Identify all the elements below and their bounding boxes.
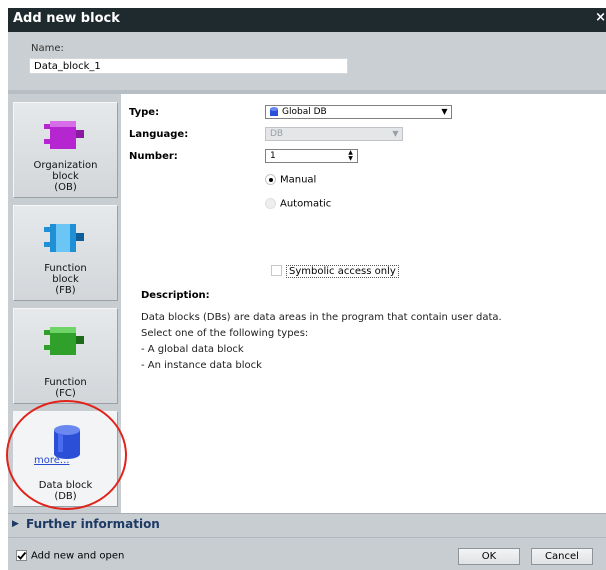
description-heading: Description:: [141, 290, 210, 301]
block-type-sidebar: Organization block (OB) Function block (…: [8, 94, 121, 513]
description-line: - An instance data block: [141, 360, 262, 371]
radio-circle: [265, 198, 276, 209]
name-input[interactable]: Data_block_1: [29, 58, 348, 74]
organization-block-icon: [44, 117, 88, 156]
add-new-and-open-checkbox[interactable]: Add new and open: [16, 550, 124, 562]
chevron-down-icon: ▼: [389, 128, 402, 140]
name-label: Name:: [31, 43, 64, 54]
block-settings-panel: Type: Global DB ▼ Language: DB ▼ Number:…: [121, 94, 606, 513]
language-select[interactable]: DB ▼: [265, 127, 403, 141]
title-bar: Add new block ×: [8, 8, 606, 32]
global-db-icon: [270, 107, 278, 121]
further-information-toggle[interactable]: ▶ Further information: [8, 513, 606, 534]
radio-circle: [265, 174, 276, 185]
chevron-down-icon[interactable]: ▼: [438, 106, 451, 118]
description-line: Data blocks (DBs) are data areas in the …: [141, 312, 502, 323]
function-block-icon: [44, 220, 88, 259]
automatic-radio[interactable]: Automatic: [265, 198, 331, 210]
manual-radio[interactable]: Manual: [265, 174, 316, 186]
data-block-label: Data block (DB): [38, 480, 93, 502]
automatic-label: Automatic: [280, 198, 332, 210]
type-label: Type:: [129, 107, 160, 118]
stepper-arrows-icon[interactable]: ▲ ▼: [344, 150, 357, 162]
cancel-button[interactable]: Cancel: [531, 548, 593, 565]
checkbox-box: [271, 265, 282, 276]
further-information-label: Further information: [26, 517, 160, 531]
symbolic-access-label: Symbolic access only: [286, 264, 399, 278]
function-icon: [44, 323, 88, 362]
language-label: Language:: [129, 129, 189, 140]
type-value: Global DB: [282, 107, 327, 117]
function-button[interactable]: Function (FC): [13, 308, 118, 404]
organization-block-button[interactable]: Organization block (OB): [13, 102, 118, 198]
symbolic-access-checkbox[interactable]: Symbolic access only: [271, 264, 399, 278]
organization-block-label: Organization block (OB): [33, 160, 98, 193]
add-block-dialog: Name: Data_block_1 Organization block (O…: [8, 32, 606, 570]
window-title: Add new block: [13, 11, 120, 26]
function-block-label: Function block (FB): [44, 263, 87, 296]
close-icon[interactable]: ×: [595, 10, 606, 25]
manual-label: Manual: [280, 174, 317, 186]
function-label: Function (FC): [44, 377, 87, 399]
description-line: - A global data block: [141, 344, 244, 355]
number-value: 1: [270, 151, 276, 161]
function-block-button[interactable]: Function block (FB): [13, 205, 118, 301]
add-new-and-open-label: Add new and open: [31, 550, 125, 562]
ok-button[interactable]: OK: [458, 548, 520, 565]
checkbox-box: [16, 550, 27, 561]
number-stepper[interactable]: 1 ▲ ▼: [265, 149, 358, 163]
dialog-footer: Add new and open OK Cancel: [8, 537, 606, 570]
type-select[interactable]: Global DB ▼: [265, 105, 452, 119]
name-section: Name: Data_block_1: [8, 32, 606, 90]
expand-arrow-icon: ▶: [12, 519, 19, 529]
description-line: Select one of the following types:: [141, 328, 309, 339]
language-value: DB: [270, 129, 284, 139]
more-link[interactable]: more...: [34, 455, 69, 466]
number-label: Number:: [129, 151, 178, 162]
